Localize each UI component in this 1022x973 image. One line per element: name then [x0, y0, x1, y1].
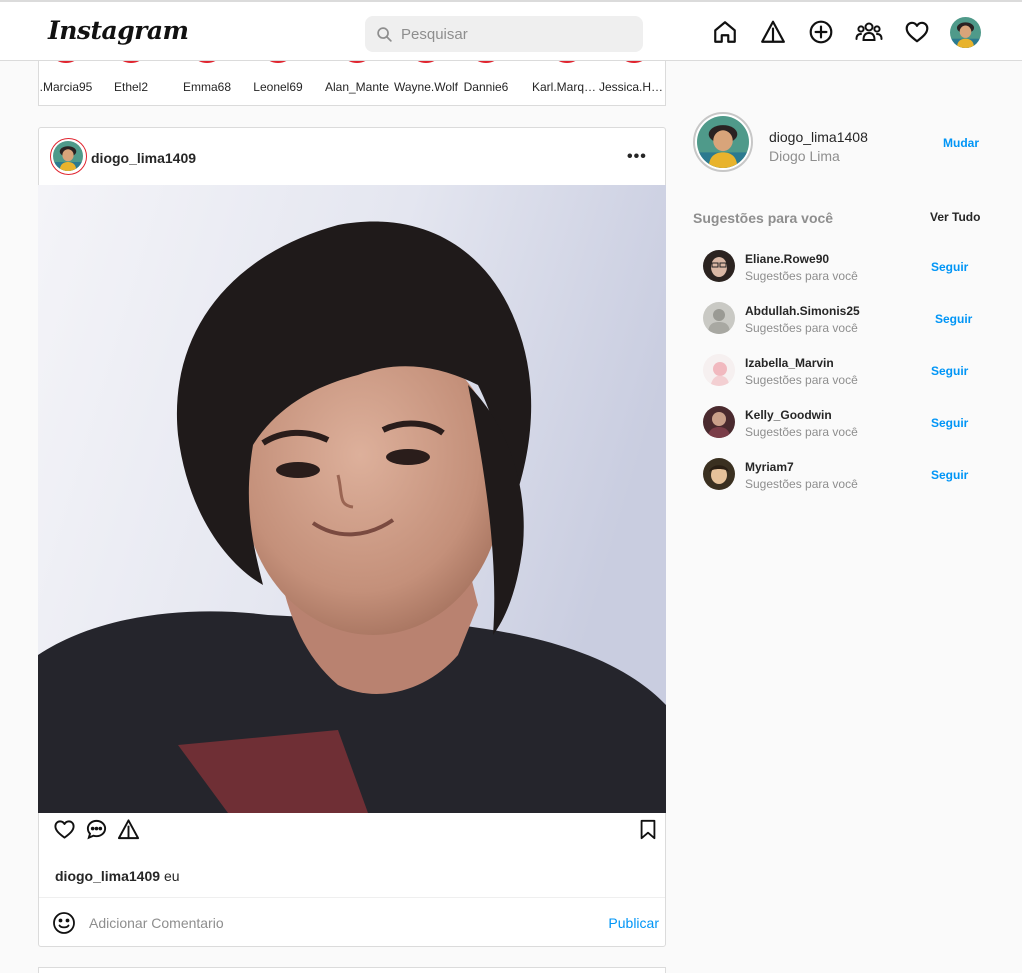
suggestion-username[interactable]: Kelly_Goodwin: [745, 408, 832, 422]
story-username: Dannie6: [463, 80, 509, 94]
top-nav-bar: Instagram: [0, 2, 1022, 61]
story-ring: [48, 61, 84, 63]
story-ring: [616, 61, 652, 63]
search-input[interactable]: [401, 16, 631, 52]
story-item[interactable]: Karl.Marquardt: [532, 61, 602, 105]
suggestion-item: Abdullah.Simonis25 Sugestões para você S…: [703, 302, 985, 336]
caption-text: eu: [163, 868, 180, 884]
emoji-icon[interactable]: [52, 911, 76, 935]
profile-avatar[interactable]: [950, 17, 981, 48]
story-username: Leonel69: [253, 80, 303, 94]
follow-button[interactable]: Seguir: [931, 416, 968, 430]
comment-input[interactable]: [89, 898, 589, 948]
bookmark-icon[interactable]: [637, 818, 659, 846]
story-ring: [468, 61, 504, 63]
story-item[interactable]: Jessica.Hackett: [599, 61, 665, 105]
story-item[interactable]: .Marcia95: [39, 61, 101, 105]
story-ring: [113, 61, 149, 63]
suggestion-username[interactable]: Abdullah.Simonis25: [745, 304, 860, 318]
post-image[interactable]: [38, 185, 666, 813]
search-icon: [377, 27, 392, 42]
share-icon[interactable]: [117, 818, 140, 846]
story-username: .Marcia95: [39, 80, 93, 94]
add-post-icon[interactable]: [808, 19, 834, 45]
current-user-username[interactable]: diogo_lima1408: [769, 129, 868, 145]
post-caption: diogo_lima1409 eu: [55, 868, 180, 884]
follow-button[interactable]: Seguir: [931, 260, 968, 274]
suggestion-avatar[interactable]: [703, 302, 735, 334]
suggestions-title: Sugestões para você: [693, 210, 834, 226]
search-box[interactable]: [365, 16, 643, 52]
publish-button[interactable]: Publicar: [608, 915, 659, 931]
suggestion-username[interactable]: Myriam7: [745, 460, 794, 474]
explore-icon[interactable]: [760, 19, 786, 45]
suggestion-item: Myriam7 Sugestões para você Seguir: [703, 458, 985, 492]
suggestion-avatar[interactable]: [703, 250, 735, 282]
stories-bar: .Marcia95 Ethel2 Emma68 Leonel69 Alan_Ma…: [38, 61, 666, 106]
suggestion-subtitle: Sugestões para você: [745, 477, 858, 491]
people-icon[interactable]: [855, 19, 883, 45]
story-item[interactable]: Dannie6: [451, 61, 521, 105]
comment-icon[interactable]: [85, 818, 108, 846]
home-icon[interactable]: [712, 19, 738, 45]
heart-icon[interactable]: [904, 19, 930, 45]
story-ring: [408, 61, 444, 63]
story-ring: [339, 61, 375, 63]
story-username: Emma68: [182, 80, 232, 94]
post-actions: [39, 818, 665, 848]
suggestion-avatar[interactable]: [703, 458, 735, 490]
story-item[interactable]: Alan_Mante: [322, 61, 392, 105]
comment-bar: Publicar: [39, 897, 665, 948]
suggestion-username[interactable]: Izabella_Marvin: [745, 356, 834, 370]
current-user-avatar[interactable]: [693, 112, 753, 172]
story-username: Jessica.Hackett: [599, 80, 665, 94]
suggestion-subtitle: Sugestões para você: [745, 373, 858, 387]
suggestion-username[interactable]: Eliane.Rowe90: [745, 252, 829, 266]
like-icon[interactable]: [53, 818, 76, 846]
suggestion-avatar[interactable]: [703, 354, 735, 386]
instagram-logo[interactable]: Instagram: [48, 16, 189, 45]
story-item[interactable]: Emma68: [172, 61, 242, 105]
caption-username[interactable]: diogo_lima1409: [55, 868, 160, 884]
see-all-button[interactable]: Ver Tudo: [930, 210, 980, 224]
story-username: Alan_Mante: [324, 80, 390, 94]
story-item[interactable]: Ethel2: [96, 61, 166, 105]
post-author-avatar[interactable]: [50, 138, 87, 175]
suggestion-item: Eliane.Rowe90 Sugestões para você Seguir: [703, 250, 985, 284]
current-user-fullname: Diogo Lima: [769, 148, 840, 164]
post-header: diogo_lima1409 •••: [39, 128, 665, 185]
story-item[interactable]: Leonel69: [243, 61, 313, 105]
more-options-icon[interactable]: •••: [627, 148, 647, 166]
suggestion-subtitle: Sugestões para você: [745, 321, 858, 335]
feed-post: diogo_lima1409 ••• diogo_lima1409 eu Adi…: [38, 127, 666, 948]
switch-account-button[interactable]: Mudar: [943, 136, 979, 150]
follow-button[interactable]: Seguir: [931, 364, 968, 378]
follow-button[interactable]: Seguir: [931, 468, 968, 482]
suggestion-item: Kelly_Goodwin Sugestões para você Seguir: [703, 406, 985, 440]
story-ring: [549, 61, 585, 63]
story-ring: [189, 61, 225, 63]
story-ring: [260, 61, 296, 63]
follow-button[interactable]: Seguir: [935, 312, 972, 326]
suggestion-subtitle: Sugestões para você: [745, 425, 858, 439]
story-username: Ethel2: [113, 80, 149, 94]
next-post-card: [38, 967, 666, 973]
suggestion-avatar[interactable]: [703, 406, 735, 438]
post-author-username[interactable]: diogo_lima1409: [91, 150, 196, 166]
story-username: Karl.Marquardt: [532, 80, 602, 94]
suggestion-item: Izabella_Marvin Sugestões para você Segu…: [703, 354, 985, 388]
suggestion-subtitle: Sugestões para você: [745, 269, 858, 283]
